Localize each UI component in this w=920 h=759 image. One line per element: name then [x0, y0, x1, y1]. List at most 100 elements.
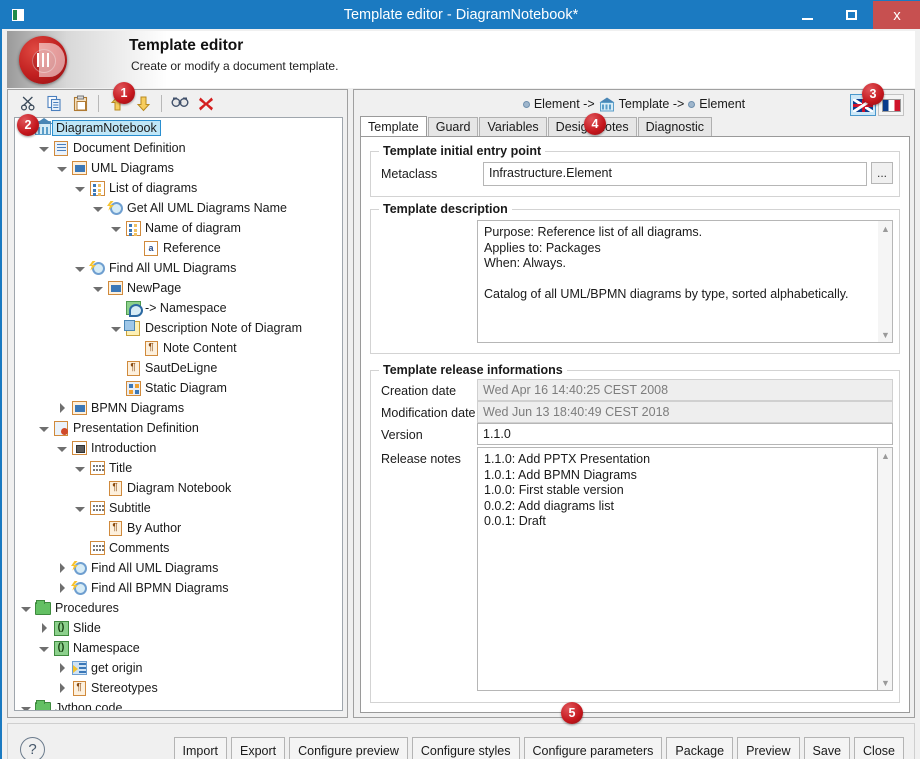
expand-arrow-icon[interactable] — [57, 558, 67, 578]
tree-item[interactable]: ¶ Diagram Notebook — [15, 478, 342, 498]
collapse-arrow-icon[interactable] — [39, 138, 49, 158]
collapse-arrow-icon[interactable] — [111, 318, 121, 338]
tree-item[interactable]: NewPage — [15, 278, 342, 298]
template-tree[interactable]: DiagramNotebook Document Definition UML Di… — [14, 117, 343, 711]
tree-item[interactable]: ¶ SautDeLigne — [15, 358, 342, 378]
collapse-arrow-icon[interactable] — [75, 458, 85, 478]
tree-item[interactable]: Description Note of Diagram — [15, 318, 342, 338]
query-icon — [71, 580, 87, 596]
configure-preview-button[interactable]: Configure preview — [289, 737, 408, 759]
delete-icon[interactable] — [194, 93, 218, 115]
configure-parameters-button[interactable]: Configure parameters — [523, 737, 663, 759]
tree-item[interactable]: Name of diagram — [15, 218, 342, 238]
tree-item[interactable]: Document Definition — [15, 138, 342, 158]
tree-item[interactable]: () Namespace — [15, 638, 342, 658]
help-icon[interactable]: ? — [20, 737, 45, 759]
tree-item[interactable]: ¶ By Author — [15, 518, 342, 538]
collapse-arrow-icon[interactable] — [93, 198, 103, 218]
tree-item[interactable]: () Slide — [15, 618, 342, 638]
collapse-arrow-icon[interactable] — [75, 258, 85, 278]
query-icon — [107, 200, 123, 216]
collapse-arrow-icon[interactable] — [39, 638, 49, 658]
tree-item[interactable]: get origin — [15, 658, 342, 678]
tree-item[interactable]: -> Namespace — [15, 298, 342, 318]
expand-arrow-icon[interactable] — [57, 658, 67, 678]
export-button[interactable]: Export — [230, 737, 286, 759]
tree-item[interactable]: Jython code — [15, 698, 342, 710]
tree-item[interactable]: ¶ Stereotypes — [15, 678, 342, 698]
tree-item[interactable]: Comments — [15, 538, 342, 558]
collapse-arrow-icon[interactable] — [111, 218, 121, 238]
release-notes-label: Release notes — [381, 452, 461, 466]
scroll-up-icon-2[interactable]: ▲ — [878, 448, 893, 463]
tree-item[interactable]: UML Diagrams — [15, 158, 342, 178]
tree-item-label: NewPage — [127, 281, 182, 295]
expand-arrow-icon[interactable] — [57, 578, 67, 598]
tree-item[interactable]: Introduction — [15, 438, 342, 458]
para-icon: ¶ — [71, 680, 87, 696]
tree-item-label: UML Diagrams — [91, 161, 174, 175]
collapse-arrow-icon[interactable] — [93, 278, 103, 298]
paste-icon[interactable] — [68, 93, 92, 115]
expand-arrow-icon[interactable] — [57, 678, 67, 698]
configure-styles-button[interactable]: Configure styles — [411, 737, 520, 759]
tree-item[interactable]: Find All UML Diagrams — [15, 558, 342, 578]
expand-arrow-icon[interactable] — [57, 398, 67, 418]
tree-item[interactable]: a Reference — [15, 238, 342, 258]
doc-icon — [53, 140, 69, 156]
release-notes-scrollbar[interactable]: ▲ ▼ — [878, 447, 893, 691]
save-button[interactable]: Save — [803, 737, 851, 759]
tree-item-label: Title — [109, 461, 133, 475]
collapse-arrow-icon[interactable] — [75, 178, 85, 198]
collapse-arrow-icon[interactable] — [39, 418, 49, 438]
tree-item[interactable]: ¶ Note Content — [15, 338, 342, 358]
close-button[interactable]: Close — [854, 737, 904, 759]
callout-badge-3: 3 — [862, 83, 884, 105]
release-notes-textarea[interactable]: 1.1.0: Add PPTX Presentation 1.0.1: Add … — [477, 447, 878, 691]
metaclass-input[interactable]: Infrastructure.Element — [483, 162, 867, 186]
tab-variables[interactable]: Variables — [479, 117, 547, 137]
search-icon[interactable] — [168, 93, 192, 115]
tree-item[interactable]: Find All BPMN Diagrams — [15, 578, 342, 598]
tree-item[interactable]: Get All UML Diagrams Name — [15, 198, 342, 218]
tree-item[interactable]: Find All UML Diagrams — [15, 258, 342, 278]
scroll-down-icon[interactable]: ▼ — [878, 327, 893, 342]
tree-item[interactable]: Presentation Definition — [15, 418, 342, 438]
scroll-up-icon[interactable]: ▲ — [878, 221, 893, 236]
maximize-button[interactable] — [829, 1, 873, 29]
tree-item[interactable]: Static Diagram — [15, 378, 342, 398]
tree-item[interactable]: List of diagrams — [15, 178, 342, 198]
metaclass-browse-button[interactable]: ... — [871, 162, 893, 184]
app-icon — [10, 7, 26, 23]
tab-template[interactable]: Template — [360, 116, 427, 137]
tree-item[interactable]: DiagramNotebook — [15, 118, 342, 138]
import-button[interactable]: Import — [173, 737, 227, 759]
tab-guard[interactable]: Guard — [427, 117, 479, 137]
close-window-button[interactable]: x — [873, 1, 920, 29]
collapse-arrow-icon[interactable] — [21, 598, 31, 618]
footer-button-row: Import Export Configure preview Configure s… — [173, 737, 904, 759]
preview-button[interactable]: Preview — [737, 737, 800, 759]
collapse-arrow-icon[interactable] — [21, 698, 31, 710]
version-input[interactable]: 1.1.0 — [477, 423, 893, 445]
collapse-arrow-icon[interactable] — [57, 438, 67, 458]
tree-item[interactable]: BPMN Diagrams — [15, 398, 342, 418]
origin-icon — [71, 660, 87, 676]
collapse-arrow-icon[interactable] — [57, 158, 67, 178]
breadcrumb-part-1: Element -> — [533, 97, 595, 111]
scroll-down-icon-2[interactable]: ▼ — [878, 675, 893, 690]
description-textarea[interactable]: Purpose: Reference list of all diagrams.… — [477, 220, 893, 343]
description-scrollbar[interactable]: ▲ ▼ — [878, 220, 893, 343]
package-button[interactable]: Package — [666, 737, 734, 759]
minimize-button[interactable] — [785, 1, 829, 29]
collapse-arrow-icon[interactable] — [75, 498, 85, 518]
tree-item-label: Note Content — [163, 341, 237, 355]
cut-icon[interactable] — [16, 93, 40, 115]
expand-arrow-icon[interactable] — [39, 618, 49, 638]
element-dot-icon-2 — [688, 100, 696, 108]
tree-item[interactable]: Title — [15, 458, 342, 478]
tree-item[interactable]: Subtitle — [15, 498, 342, 518]
tree-item[interactable]: Procedures — [15, 598, 342, 618]
copy-icon[interactable] — [42, 93, 66, 115]
tab-diagnostic[interactable]: Diagnostic — [637, 117, 713, 137]
